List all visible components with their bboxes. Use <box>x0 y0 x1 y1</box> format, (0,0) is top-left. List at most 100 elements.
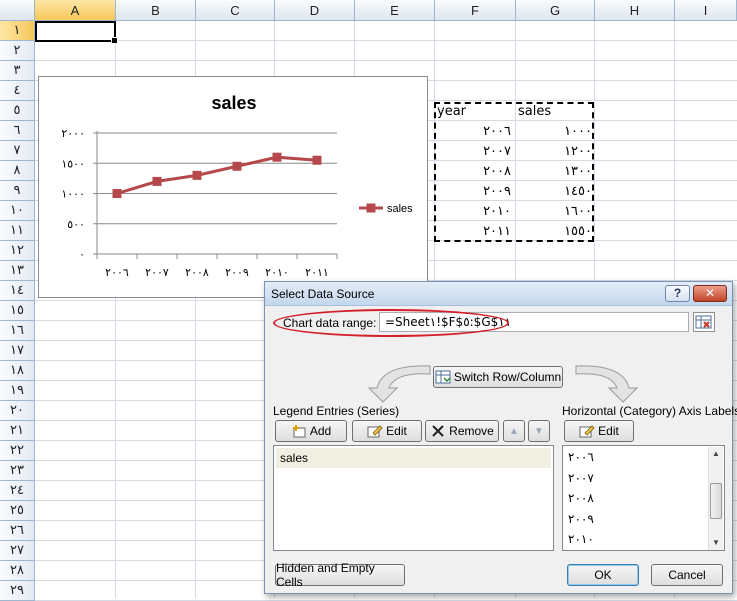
year-cell[interactable]: ٢٠٠٦ <box>437 122 511 142</box>
row-header-11[interactable]: ١١ <box>0 221 35 241</box>
dialog-titlebar[interactable]: Select Data Source ? ✕ <box>265 282 732 306</box>
data-point-marker <box>152 176 162 186</box>
column-header-e[interactable]: E <box>355 0 435 21</box>
category-item[interactable]: ٢٠٠٧ <box>565 468 594 488</box>
year-cell[interactable]: ٢٠٠٩ <box>437 182 511 202</box>
category-listbox[interactable]: ▲ ▼ ٢٠٠٦ ٢٠٠٧ ٢٠٠٨ ٢٠٠٩ ٢٠١٠ <box>562 445 725 551</box>
scroll-thumb[interactable] <box>710 483 722 519</box>
row-header-15[interactable]: ١٥ <box>0 301 35 321</box>
column-header-g[interactable]: G <box>516 0 595 21</box>
column-header-h[interactable]: H <box>595 0 675 21</box>
row-header-23[interactable]: ٢٣ <box>0 461 35 481</box>
category-item[interactable]: ٢٠٠٩ <box>565 509 594 529</box>
row-header-21[interactable]: ٢١ <box>0 421 35 441</box>
row-header-13[interactable]: ١٣ <box>0 261 35 281</box>
move-down-button[interactable]: ▼ <box>528 420 550 442</box>
arrow-down-icon: ▼ <box>534 425 544 437</box>
row-header-8[interactable]: ٨ <box>0 161 35 181</box>
row-header-1[interactable]: ١ <box>0 21 35 41</box>
add-series-button[interactable]: Add <box>275 420 347 442</box>
row-header-20[interactable]: ٢٠ <box>0 401 35 421</box>
header-year-cell[interactable]: year <box>437 102 515 122</box>
row-header-19[interactable]: ١٩ <box>0 381 35 401</box>
scroll-down-arrow-icon[interactable]: ▼ <box>709 536 723 550</box>
sales-cell[interactable]: ١٣٠٠ <box>518 162 592 182</box>
highlight-ellipse <box>273 309 509 337</box>
active-cell-a1[interactable] <box>35 21 118 44</box>
sales-chart[interactable]: sales ٠ ٥٠٠ ١٠٠٠ ١٥٠٠ ٢٠٠٠ ٢٠٠٦ ٢٠٠٧ ٢٠٠٨ ٢٠٠٩ ٢٠١… <box>38 76 428 298</box>
curved-arrow-left-icon <box>367 365 431 403</box>
collapse-dialog-button[interactable] <box>693 312 715 332</box>
row-header-5[interactable]: ٥ <box>0 101 35 121</box>
row-header-3[interactable]: ٣ <box>0 61 35 81</box>
move-up-button[interactable]: ▲ <box>503 420 525 442</box>
help-button[interactable]: ? <box>665 285 690 302</box>
ok-button[interactable]: OK <box>567 564 639 586</box>
category-item[interactable]: ٢٠٠٦ <box>565 447 594 467</box>
row-header-17[interactable]: ١٧ <box>0 341 35 361</box>
row-header-10[interactable]: ١٠ <box>0 201 35 221</box>
hidden-empty-cells-button[interactable]: Hidden and Empty Cells <box>275 561 405 589</box>
close-button[interactable]: ✕ <box>693 285 727 302</box>
sales-cell[interactable]: ١٦٠٠ <box>518 202 592 222</box>
data-point-marker <box>112 189 122 198</box>
year-cell[interactable]: ٢٠١٠ <box>437 202 511 222</box>
range-select-icon <box>695 315 712 329</box>
cancel-button[interactable]: Cancel <box>651 564 723 586</box>
year-cell[interactable]: ٢٠٠٨ <box>437 162 511 182</box>
row-header-12[interactable]: ١٢ <box>0 241 35 261</box>
row-header-14[interactable]: ١٤ <box>0 281 35 301</box>
category-item[interactable]: ٢٠١٠ <box>565 529 594 549</box>
x-tick-label: ٢٠٠٦ <box>105 266 129 279</box>
x-tick-label: ٢٠٠٨ <box>185 266 209 279</box>
ok-label: OK <box>594 568 612 582</box>
remove-series-button[interactable]: Remove <box>425 420 499 442</box>
column-header-c[interactable]: C <box>196 0 275 21</box>
row-header-29[interactable]: ٢٩ <box>0 581 35 601</box>
y-tick-label: ٢٠٠٠ <box>61 127 85 140</box>
column-header-f[interactable]: F <box>435 0 516 21</box>
arrow-up-icon: ▲ <box>509 425 519 437</box>
row-header-18[interactable]: ١٨ <box>0 361 35 381</box>
header-sales-cell[interactable]: sales <box>518 102 592 122</box>
series-item[interactable]: sales <box>276 448 551 468</box>
edit-label: Edit <box>386 424 407 438</box>
select-all-corner[interactable] <box>0 0 35 21</box>
row-header-25[interactable]: ٢٥ <box>0 501 35 521</box>
row-header-26[interactable]: ٢٦ <box>0 521 35 541</box>
row-header-7[interactable]: ٧ <box>0 141 35 161</box>
y-tick-label: ٠ <box>79 248 85 261</box>
series-line-sales <box>116 155 318 195</box>
sales-cell[interactable]: ١٥٥٠ <box>518 222 592 242</box>
edit-axis-labels-button[interactable]: Edit <box>564 420 634 442</box>
series-listbox[interactable]: sales <box>273 445 554 551</box>
year-cell[interactable]: ٢٠٠٧ <box>437 142 511 162</box>
row-header-6[interactable]: ٦ <box>0 121 35 141</box>
row-header-2[interactable]: ٢ <box>0 41 35 61</box>
add-label: Add <box>309 424 332 438</box>
row-header-16[interactable]: ١٦ <box>0 321 35 341</box>
column-header-i[interactable]: I <box>675 0 737 21</box>
hidden-empty-cells-label: Hidden and Empty Cells <box>276 561 375 589</box>
switch-row-column-button[interactable]: Switch Row/Column <box>433 366 563 388</box>
column-header-d[interactable]: D <box>275 0 355 21</box>
chart-title: sales <box>211 93 256 113</box>
row-header-4[interactable]: ٤ <box>0 81 35 101</box>
year-cell[interactable]: ٢٠١١ <box>437 222 511 242</box>
sales-cell[interactable]: ١٠٠٠ <box>518 122 592 142</box>
row-header-22[interactable]: ٢٢ <box>0 441 35 461</box>
x-tick-label: ٢٠٠٩ <box>225 266 249 279</box>
edit-series-button[interactable]: Edit <box>352 420 422 442</box>
sales-cell[interactable]: ١٢٠٠ <box>518 142 592 162</box>
category-item[interactable]: ٢٠٠٨ <box>565 488 594 508</box>
column-header-a[interactable]: A <box>35 0 116 21</box>
sales-cell[interactable]: ١٤٥٠ <box>518 182 592 202</box>
row-header-24[interactable]: ٢٤ <box>0 481 35 501</box>
add-icon <box>291 424 307 438</box>
row-header-9[interactable]: ٩ <box>0 181 35 201</box>
scroll-up-arrow-icon[interactable]: ▲ <box>709 447 723 461</box>
row-header-27[interactable]: ٢٧ <box>0 541 35 561</box>
row-header-28[interactable]: ٢٨ <box>0 561 35 581</box>
column-header-b[interactable]: B <box>116 0 196 21</box>
category-scrollbar[interactable]: ▲ ▼ <box>708 447 723 550</box>
